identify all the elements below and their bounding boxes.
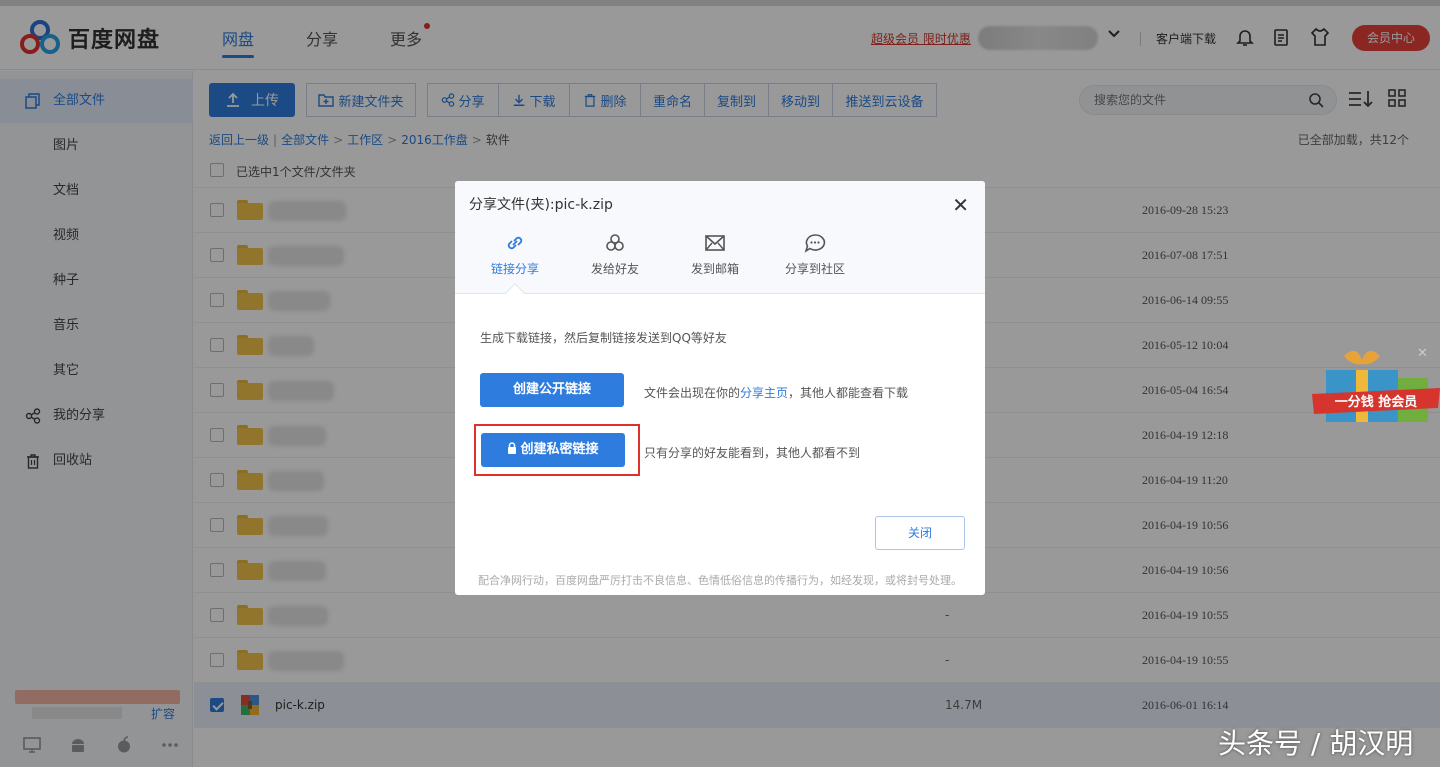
tab-link-share[interactable]: 链接分享 (470, 233, 560, 277)
chat-bubble-icon (804, 234, 826, 253)
tab-send-email[interactable]: 发到邮箱 (670, 233, 760, 277)
compliance-notice: 配合净网行动，百度网盘严厉打击不良信息、色情低俗信息的传播行为，如经发现，或将封… (478, 574, 962, 587)
public-note-prefix: 文件会出现在你的 (644, 386, 741, 400)
share-homepage-link[interactable]: 分享主页 (740, 386, 788, 400)
tab-share-community[interactable]: 分享到社区 (770, 233, 860, 277)
mail-icon (705, 235, 725, 251)
create-public-link-button[interactable]: 创建公开链接 (480, 373, 624, 407)
share-dialog: 分享文件(夹):pic-k.zip ✕ 链接分享 发给好友 发到邮箱 分享到社区… (455, 181, 985, 595)
lock-icon (508, 442, 517, 454)
close-button[interactable]: 关闭 (875, 516, 965, 550)
gift-promo-text: 一分钱 抢会员 (1335, 394, 1418, 410)
share-dialog-title: 分享文件(夹):pic-k.zip (469, 197, 613, 213)
share-description: 生成下载链接，然后复制链接发送到QQ等好友 (480, 331, 727, 345)
private-link-note: 只有分享的好友能看到，其他人都看不到 (644, 446, 861, 460)
tab-label: 链接分享 (490, 262, 539, 276)
watermark-text: 头条号 / 胡汉明 (1218, 727, 1414, 760)
friends-icon (606, 234, 624, 251)
public-link-note: 文件会出现在你的分享主页，其他人都能查看下载 (644, 384, 908, 401)
tab-label: 发到邮箱 (690, 262, 739, 276)
close-icon[interactable]: ✕ (1417, 346, 1428, 361)
public-note-suffix: ，其他人都能查看下载 (788, 386, 909, 400)
tab-send-friend[interactable]: 发给好友 (570, 233, 660, 277)
close-icon[interactable]: ✕ (952, 193, 969, 217)
share-dialog-header: 分享文件(夹):pic-k.zip ✕ 链接分享 发给好友 发到邮箱 分享到社区 (455, 181, 985, 294)
link-icon (507, 236, 523, 250)
create-private-link-button[interactable]: 创建私密链接 (481, 433, 625, 467)
private-link-label: 创建私密链接 (520, 442, 599, 457)
tab-label: 发给好友 (590, 262, 639, 276)
tab-label: 分享到社区 (784, 262, 845, 276)
